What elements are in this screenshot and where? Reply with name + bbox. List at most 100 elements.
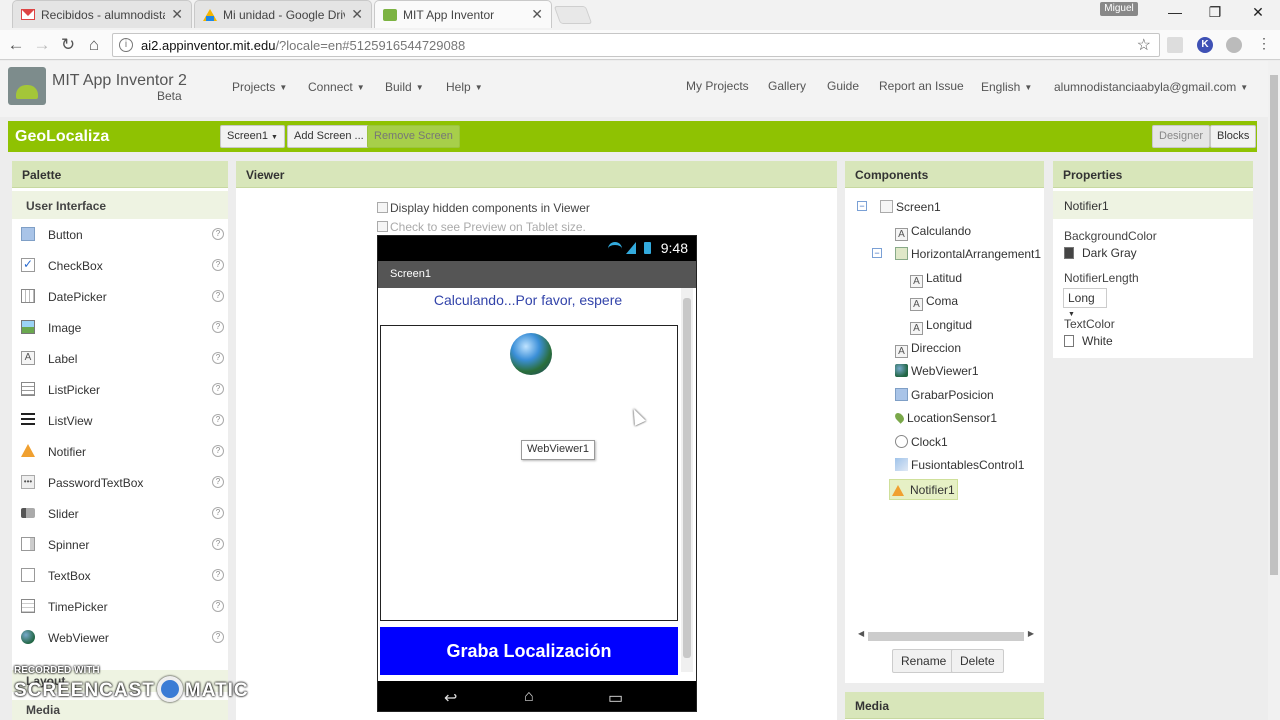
delete-button[interactable]: Delete [951,649,1004,673]
help-icon[interactable]: ? [212,507,224,519]
designer-button[interactable]: Designer [1152,125,1211,148]
notifier-length-select[interactable]: Long ▼ [1063,288,1107,318]
help-icon[interactable]: ? [212,228,224,240]
palette-section-media[interactable]: Media [12,700,228,720]
tree-item-horizontalarrangement1[interactable]: HorizontalArrangement1 [895,247,1041,269]
help-icon[interactable]: ? [212,259,224,271]
link-report-issue[interactable]: Report an Issue [879,79,964,93]
browser-user-badge[interactable]: Miguel [1100,2,1138,16]
tree-item-direccion[interactable]: A Direccion [895,341,961,363]
menu-projects[interactable]: Projects ▼ [232,80,287,94]
tree-item-webviewer1[interactable]: WebViewer1 [895,364,979,386]
tree-item-fusiontablescontrol1[interactable]: FusiontablesControl1 [895,458,1024,480]
tree-item-longitud[interactable]: A Longitud [910,318,972,340]
account-menu[interactable]: alumnodistanciaabyla@gmail.com ▼ [1054,80,1248,94]
palette-item-datepicker[interactable]: DatePicker ? [12,280,228,311]
scroll-right-icon[interactable]: ▶ [1028,629,1034,638]
palette-item-checkbox[interactable]: ✓ CheckBox ? [12,249,228,280]
help-icon[interactable]: ? [212,445,224,457]
page-scrollbar[interactable] [1268,61,1280,720]
collapse-icon[interactable]: − [872,248,882,258]
minimize-icon[interactable]: — [1160,4,1190,20]
help-icon[interactable]: ? [212,631,224,643]
scroll-thumb[interactable] [1270,75,1278,575]
help-icon[interactable]: ? [212,569,224,581]
screen-select-button[interactable]: Screen1 ▼ [220,125,285,148]
grabar-posicion-button[interactable]: Graba Localización [380,627,678,675]
tablet-preview-checkbox[interactable]: Check to see Preview on Tablet size. [377,220,586,234]
link-my-projects[interactable]: My Projects [686,79,749,93]
palette-item-timepicker[interactable]: TimePicker ? [12,590,228,621]
collapse-icon[interactable]: − [857,201,867,211]
url-input[interactable]: i ai2.appinventor.mit.edu/?locale=en#512… [112,33,1160,57]
tab-drive[interactable]: Mi unidad - Google Drive ✕ [194,0,372,28]
palette-item-listview[interactable]: ListView ? [12,404,228,435]
palette-item-notifier[interactable]: Notifier ? [12,435,228,466]
scroll-thumb[interactable] [868,632,1024,641]
blocks-button[interactable]: Blocks [1210,125,1257,148]
forward-icon[interactable]: → [32,35,52,55]
palette-item-passwordtextbox[interactable]: ••• PasswordTextBox ? [12,466,228,497]
tree-item-latitud[interactable]: A Latitud [910,271,962,293]
help-icon[interactable]: ? [212,414,224,426]
menu-build[interactable]: Build ▼ [385,80,424,94]
palette-item-listpicker[interactable]: ListPicker ? [12,373,228,404]
palette-item-button[interactable]: Button ? [12,218,228,249]
tree-item-clock1[interactable]: Clock1 [895,435,948,457]
palette-item-textbox[interactable]: TextBox ? [12,559,228,590]
help-icon[interactable]: ? [212,600,224,612]
palette-section-user-interface[interactable]: User Interface [12,191,228,219]
remove-screen-button[interactable]: Remove Screen [367,125,460,148]
background-color-value[interactable]: Dark Gray [1064,246,1137,260]
help-icon[interactable]: ? [212,538,224,550]
palette-item-label[interactable]: A Label ? [12,342,228,373]
close-icon[interactable]: ✕ [171,6,183,23]
scroll-thumb[interactable] [683,298,691,658]
language-menu[interactable]: English ▼ [981,80,1032,94]
text-color-value[interactable]: White [1064,334,1113,348]
browser-menu-icon[interactable]: ⋮ [1254,35,1274,52]
link-guide[interactable]: Guide [827,79,859,93]
help-icon[interactable]: ? [212,352,224,364]
extension-k-icon[interactable]: K [1197,37,1213,53]
home-icon[interactable]: ⌂ [84,35,104,55]
restore-icon[interactable]: ❐ [1200,4,1230,21]
components-hscrollbar[interactable]: ◀ ▶ [858,629,1034,641]
extension-drive-icon[interactable] [1226,37,1242,53]
menu-help[interactable]: Help ▼ [446,80,483,94]
add-screen-button[interactable]: Add Screen ... [287,125,371,148]
scroll-left-icon[interactable]: ◀ [858,629,864,638]
palette-item-slider[interactable]: Slider ? [12,497,228,528]
tree-item-calculando[interactable]: A Calculando [895,224,971,246]
extension-icon[interactable] [1167,37,1183,53]
checkbox[interactable] [377,221,388,232]
help-icon[interactable]: ? [212,383,224,395]
new-tab-button[interactable] [553,6,593,24]
tree-item-grabarposicion[interactable]: GrabarPosicion [895,388,994,410]
tab-app-inventor[interactable]: MIT App Inventor ✕ [374,0,552,28]
menu-connect[interactable]: Connect ▼ [308,80,365,94]
calculando-label[interactable]: Calculando...Por favor, espere [378,292,678,308]
checkbox[interactable] [377,202,388,213]
close-window-icon[interactable]: ✕ [1243,4,1273,21]
reload-icon[interactable]: ↻ [58,35,78,55]
close-icon[interactable]: ✕ [531,6,543,23]
close-icon[interactable]: ✕ [351,6,363,23]
bookmark-star-icon[interactable]: ☆ [1137,35,1151,55]
back-icon[interactable]: ← [6,35,26,55]
link-gallery[interactable]: Gallery [768,79,806,93]
tree-item-notifier1[interactable]: Notifier1 [889,479,958,500]
palette-item-spinner[interactable]: Spinner ? [12,528,228,559]
app-inventor-logo[interactable] [8,67,46,105]
tree-item-screen1[interactable]: Screen1 [880,200,941,222]
help-icon[interactable]: ? [212,321,224,333]
phone-scrollbar[interactable] [681,288,693,672]
tab-gmail[interactable]: Recibidos - alumnodista ✕ [12,0,192,28]
help-icon[interactable]: ? [212,476,224,488]
tree-item-coma[interactable]: A Coma [910,294,958,316]
palette-item-image[interactable]: Image ? [12,311,228,342]
info-icon[interactable]: i [119,38,133,52]
rename-button[interactable]: Rename [892,649,956,673]
screen-title-bar[interactable]: Screen1 [378,261,696,288]
show-hidden-checkbox[interactable]: Display hidden components in Viewer [377,201,590,215]
